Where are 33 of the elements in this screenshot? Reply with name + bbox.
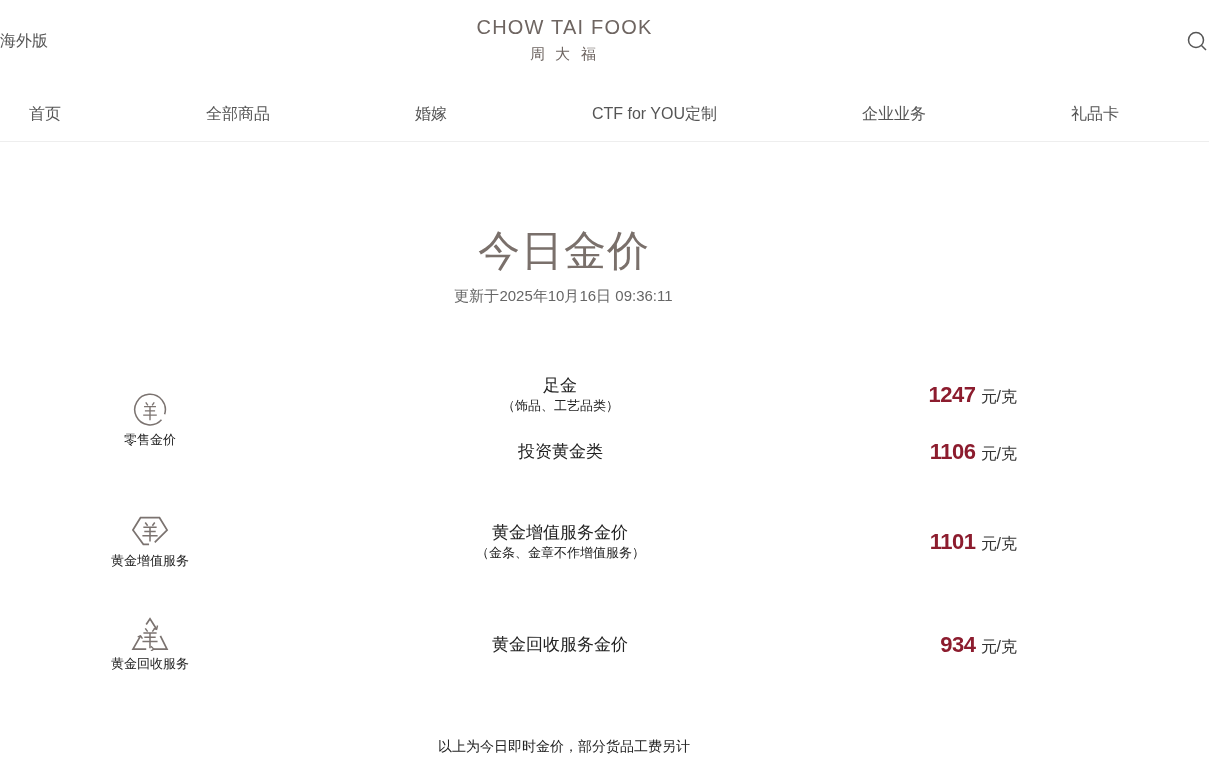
- price-unit: 元/克: [980, 533, 1017, 554]
- footnote-text: 以上为今日即时金价，部分货品工费另计: [437, 738, 690, 756]
- category-label: 黄金回收服务: [111, 656, 189, 672]
- price-unit: 元/克: [980, 636, 1017, 657]
- nav-link[interactable]: 首页: [29, 103, 61, 124]
- price-unit: 元/克: [980, 387, 1017, 407]
- nav-link[interactable]: 企业业务: [862, 103, 926, 124]
- price-item-name: 投资黄金类: [517, 441, 603, 463]
- yen-coin-icon: [131, 393, 169, 427]
- yen-recycle-triangle-icon: [131, 617, 169, 651]
- update-time: 更新于2025年10月16日 09:36:11: [454, 287, 673, 305]
- nav-link[interactable]: 礼品卡: [1070, 103, 1119, 124]
- price-item-note: （饰品、工艺品类）: [501, 397, 619, 415]
- price-item-note: （金条、金章不作增值服务）: [475, 543, 645, 562]
- category-label: 黄金增值服务: [111, 553, 189, 569]
- price-value: 1247: [928, 381, 976, 409]
- overseas-version-link[interactable]: 海外版: [0, 31, 48, 51]
- price-item-name: 黄金回收服务金价: [492, 633, 628, 656]
- price-value: 1101: [929, 527, 976, 556]
- category-label: 零售金价: [124, 432, 176, 448]
- search-icon[interactable]: [1187, 31, 1207, 51]
- yen-gem-icon: [131, 514, 169, 548]
- nav-link[interactable]: 全部商品: [206, 103, 270, 124]
- logo-wordmark[interactable]: CHOW TAI FOOK: [476, 15, 653, 39]
- nav-link[interactable]: 婚嫁: [414, 103, 447, 124]
- page-title: 今日金价: [477, 227, 650, 276]
- price-value: 1106: [929, 438, 976, 466]
- price-value: 934: [940, 630, 976, 659]
- price-item-name: 足金: [543, 375, 577, 397]
- logo-chinese-name[interactable]: 周 大 福: [530, 44, 599, 64]
- nav-link[interactable]: CTF for YOU定制: [591, 103, 717, 124]
- price-unit: 元/克: [980, 444, 1017, 464]
- price-item-name: 黄金增值服务金价: [492, 521, 628, 544]
